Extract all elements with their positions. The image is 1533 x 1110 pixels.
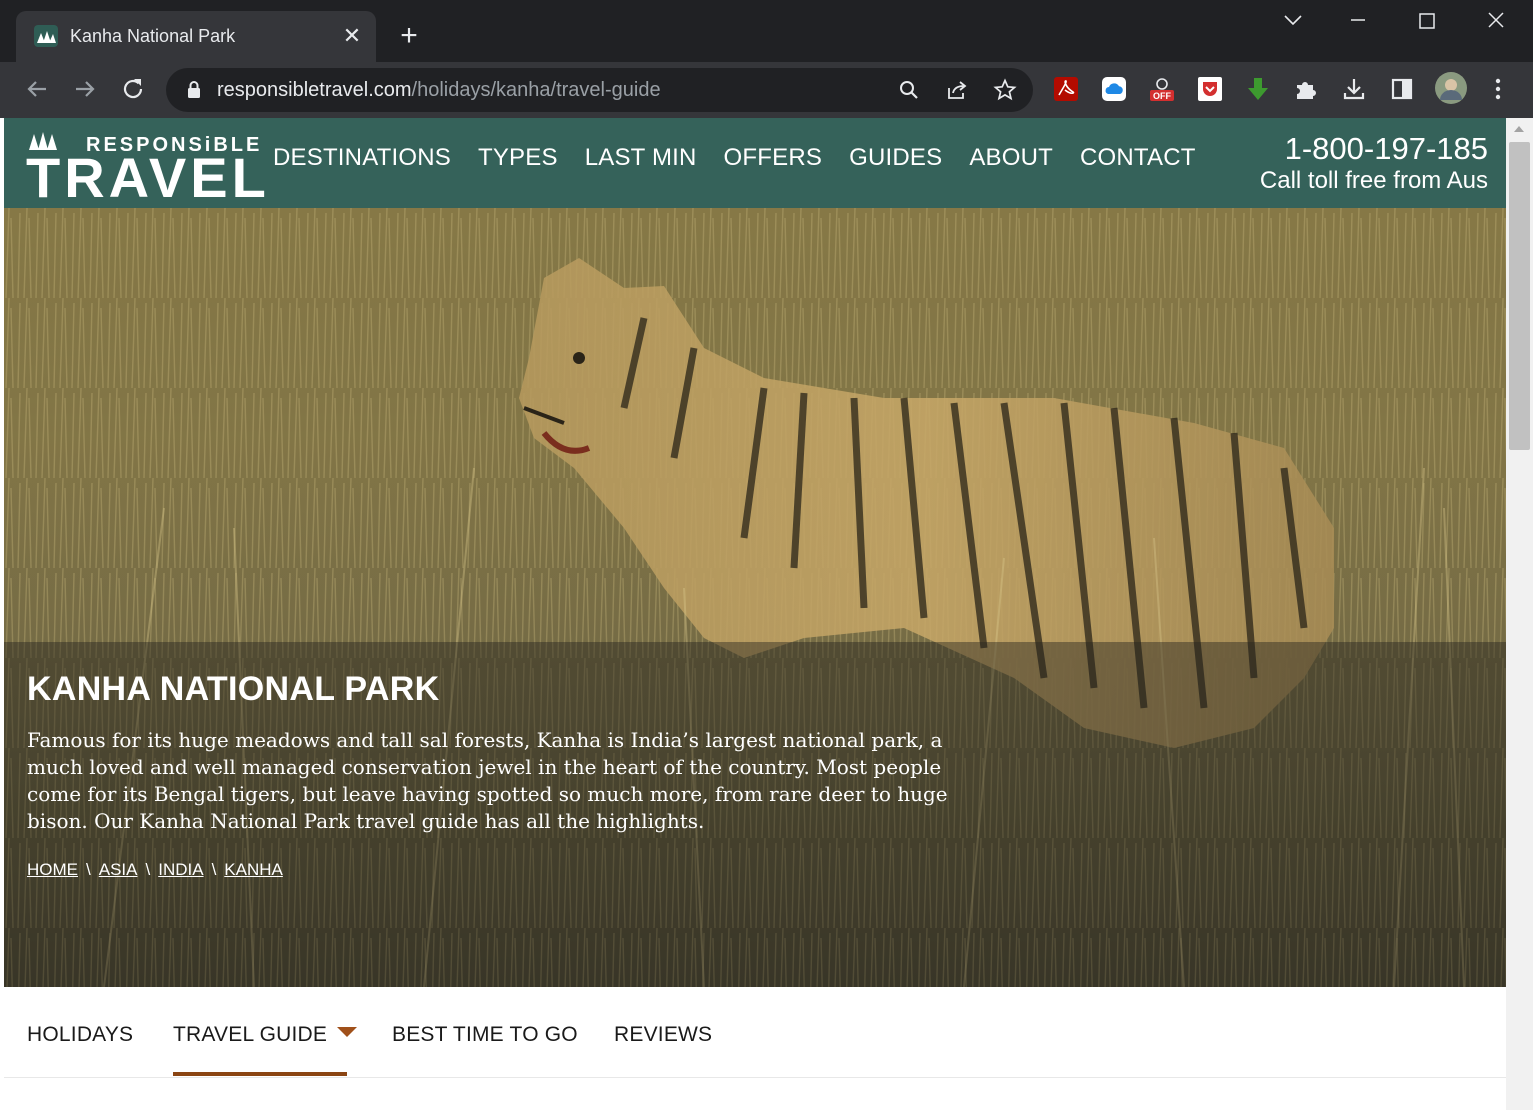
scrollbar-thumb[interactable]: [1509, 142, 1530, 450]
nav-guides[interactable]: GUIDES: [849, 144, 942, 172]
cloud-extension-icon[interactable]: [1101, 76, 1127, 102]
breadcrumb-separator: \: [86, 860, 91, 879]
section-tabs: HOLIDAYS TRAVEL GUIDE BEST TIME TO GO RE…: [4, 987, 1506, 1078]
tab-search-chevron-icon[interactable]: [1273, 6, 1313, 36]
breadcrumb: HOME \ ASIA \ INDIA \ KANHA: [27, 860, 283, 880]
breadcrumb-asia[interactable]: ASIA: [99, 860, 138, 879]
main-nav: DESTINATIONS TYPES LAST MIN OFFERS GUIDE…: [273, 144, 1223, 172]
site-header: RESPONSiBLE TRAVEL DESTINATIONS TYPES LA…: [4, 118, 1506, 208]
hero-description: Famous for its huge meadows and tall sal…: [27, 728, 948, 833]
nav-about[interactable]: ABOUT: [969, 144, 1053, 172]
reload-icon[interactable]: [118, 74, 148, 104]
breadcrumb-home[interactable]: HOME: [27, 860, 78, 879]
nav-last-min[interactable]: LAST MIN: [585, 144, 697, 172]
nav-offers[interactable]: OFFERS: [724, 144, 823, 172]
tab-holidays[interactable]: HOLIDAYS: [27, 1023, 133, 1047]
acrobat-extension-icon[interactable]: [1053, 76, 1079, 102]
profile-avatar[interactable]: [1435, 72, 1467, 104]
tab-best-time-to-go[interactable]: BEST TIME TO GO: [392, 1023, 578, 1047]
download-icon[interactable]: [1341, 76, 1367, 102]
tab-travel-guide-label: TRAVEL GUIDE: [173, 1023, 328, 1046]
breadcrumb-separator: \: [145, 860, 151, 879]
pocket-extension-icon[interactable]: [1197, 76, 1223, 102]
page-title: KANHA NATIONAL PARK: [27, 670, 440, 708]
tab-title: Kanha National Park: [70, 26, 236, 46]
new-tab-button[interactable]: +: [394, 21, 424, 52]
url-host: responsibletravel.com: [217, 79, 412, 101]
page-scrollbar[interactable]: [1506, 118, 1533, 1110]
adblock-off-extension-icon[interactable]: OFF: [1149, 76, 1175, 102]
bookmark-star-icon[interactable]: [993, 78, 1017, 102]
share-icon[interactable]: [945, 78, 969, 102]
forward-arrow-icon[interactable]: [70, 74, 100, 104]
scroll-up-arrow-icon[interactable]: [1514, 126, 1524, 132]
browser-tabstrip: Kanha National Park ✕ +: [0, 0, 1533, 62]
tab-travel-guide[interactable]: TRAVEL GUIDE: [173, 1023, 358, 1047]
address-bar[interactable]: responsibletravel.com/holidays/kanha/tra…: [166, 68, 1033, 112]
browser-menu-icon[interactable]: [1485, 76, 1511, 102]
minimize-window-button[interactable]: [1338, 6, 1378, 36]
lock-icon[interactable]: [186, 80, 202, 100]
phone-number[interactable]: 1-800-197-185: [1260, 132, 1488, 166]
back-arrow-icon[interactable]: [22, 74, 52, 104]
tab-reviews[interactable]: REVIEWS: [614, 1023, 712, 1047]
tab-close-icon[interactable]: ✕: [340, 24, 364, 48]
hero-banner: KANHA NATIONAL PARK Famous for its huge …: [4, 208, 1506, 987]
nav-destinations[interactable]: DESTINATIONS: [273, 144, 451, 172]
site-logo[interactable]: RESPONSiBLE TRAVEL: [26, 124, 266, 206]
active-tab-underline: [173, 1072, 347, 1076]
page-viewport: RESPONSiBLE TRAVEL DESTINATIONS TYPES LA…: [4, 118, 1506, 1110]
breadcrumb-india[interactable]: INDIA: [158, 860, 203, 879]
search-icon[interactable]: [897, 78, 921, 102]
browser-tab-active[interactable]: Kanha National Park ✕: [16, 11, 376, 62]
nav-types[interactable]: TYPES: [478, 144, 558, 172]
breadcrumb-kanha[interactable]: KANHA: [224, 860, 283, 879]
logo-big-text: TRAVEL: [26, 146, 270, 209]
adblock-badge: OFF: [1153, 91, 1171, 101]
site-favicon-icon: [34, 25, 58, 47]
nav-contact[interactable]: CONTACT: [1080, 144, 1196, 172]
url-text[interactable]: responsibletravel.com/holidays/kanha/tra…: [217, 79, 661, 102]
phone-block: 1-800-197-185 Call toll free from Aus: [1260, 132, 1488, 196]
maximize-window-button[interactable]: [1407, 6, 1447, 36]
puzzle-extensions-icon[interactable]: [1293, 76, 1319, 102]
close-window-button[interactable]: [1476, 6, 1516, 36]
download-arrow-extension-icon[interactable]: [1245, 76, 1271, 102]
caret-down-icon: [337, 1027, 358, 1037]
browser-toolbar: responsibletravel.com/holidays/kanha/tra…: [0, 62, 1533, 118]
phone-note: Call toll free from Aus: [1259, 167, 1488, 194]
side-panel-icon[interactable]: [1389, 76, 1415, 102]
breadcrumb-separator: \: [211, 860, 217, 879]
url-path: /holidays/kanha/travel-guide: [411, 79, 661, 101]
